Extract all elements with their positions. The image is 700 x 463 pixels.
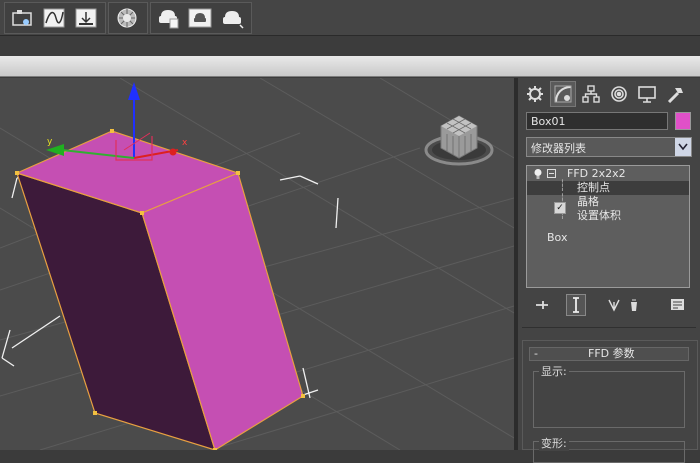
x-axis-arrow-icon[interactable]: [169, 148, 177, 156]
stack-subitem-label: 设置体积: [577, 209, 621, 222]
ffd-parameters-rollout: - FFD 参数 显示: 变形:: [522, 340, 698, 463]
modifier-list-dropdown[interactable]: 修改器列表: [526, 137, 692, 157]
schematic-view-icon[interactable]: [9, 6, 35, 30]
chevron-down-icon[interactable]: [675, 138, 691, 156]
render-production-icon[interactable]: [219, 6, 245, 30]
command-panel: Box01 修改器列表 FFD 2x2x2 ┆ 控制点 ┆ 晶格 ┆ 设置体积: [518, 78, 700, 463]
render-setup-icon[interactable]: [155, 6, 181, 30]
material-editor-icon[interactable]: [114, 6, 140, 30]
lattice-checkbox[interactable]: ✓: [554, 202, 566, 214]
object-color-swatch[interactable]: [675, 112, 691, 130]
make-unique-icon[interactable]: [604, 294, 624, 316]
rollout-header[interactable]: - FFD 参数: [529, 347, 689, 361]
modifier-stack: FFD 2x2x2 ┆ 控制点 ┆ 晶格 ┆ 设置体积 Box: [526, 165, 690, 288]
stack-subitem-label: 晶格: [577, 195, 599, 208]
z-axis-arrow-icon[interactable]: [128, 82, 140, 100]
hierarchy-tab-icon[interactable]: [578, 81, 604, 107]
stack-subitem[interactable]: ┆ 控制点: [527, 179, 689, 195]
remove-modifier-icon[interactable]: [624, 294, 644, 316]
gizmo-y-label: y: [47, 137, 53, 147]
toolbar-group-2: [108, 2, 148, 34]
stack-base-label: Box: [547, 231, 568, 244]
configure-modifier-sets-icon[interactable]: [668, 294, 688, 316]
stack-subitem-label: 控制点: [577, 181, 610, 194]
toolbar-group-1: [4, 2, 106, 34]
display-tab-icon[interactable]: [634, 81, 660, 107]
rollout-title: FFD 参数: [588, 347, 635, 360]
viewcube[interactable]: [424, 115, 494, 166]
toolbar-group-3: [150, 2, 252, 34]
rendered-frame-icon[interactable]: [187, 6, 213, 30]
deform-group-label: 变形:: [539, 435, 569, 451]
create-tab-icon[interactable]: [522, 81, 548, 107]
viewport-scene: y x: [0, 78, 514, 450]
perspective-viewport[interactable]: y x: [0, 78, 514, 450]
show-end-result-icon[interactable]: [566, 294, 586, 316]
stack-item-base[interactable]: Box: [527, 231, 689, 245]
utilities-tab-icon[interactable]: [662, 81, 688, 107]
dope-sheet-icon[interactable]: [73, 6, 99, 30]
stack-subitem[interactable]: ┆ 晶格: [527, 193, 689, 209]
gizmo-x-label: x: [182, 138, 188, 148]
rollout-toggle: -: [534, 347, 538, 360]
stack-subitem[interactable]: ┆ 设置体积: [527, 207, 689, 223]
stack-item-ffd[interactable]: FFD 2x2x2: [527, 167, 689, 181]
tree-line: ┆: [559, 179, 566, 192]
object-name-field[interactable]: Box01: [526, 112, 668, 130]
main-toolbar: [0, 0, 700, 36]
pin-stack-icon[interactable]: [532, 294, 552, 316]
stack-item-label: FFD 2x2x2: [567, 167, 626, 180]
viewport-label-bar: [0, 56, 700, 77]
modify-tab-icon[interactable]: [550, 81, 576, 107]
modifier-list-label: 修改器列表: [531, 142, 586, 155]
menu-strip: [0, 36, 700, 56]
display-group-label: 显示:: [539, 363, 569, 379]
curve-editor-icon[interactable]: [41, 6, 67, 30]
display-group: [533, 371, 685, 428]
motion-tab-icon[interactable]: [606, 81, 632, 107]
panel-separator: [522, 327, 696, 328]
stack-toolbar: [526, 294, 692, 316]
